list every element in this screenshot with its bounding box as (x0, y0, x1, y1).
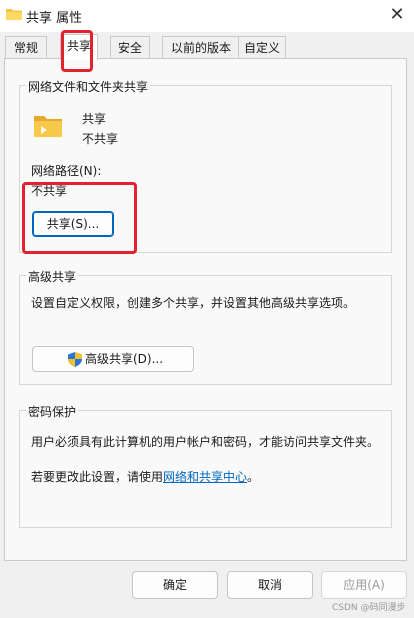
network-sharing-center-link[interactable]: 网络和共享中心 (163, 470, 247, 484)
uac-shield-icon (68, 352, 82, 367)
tab-customize[interactable]: 自定义 (238, 36, 286, 59)
cancel-button[interactable]: 取消 (227, 571, 313, 599)
network-sharing-title: 网络文件和文件夹共享 (26, 78, 151, 95)
shared-folder-icon (34, 116, 62, 137)
password-change-prefix: 若要更改此设置，请使用 (31, 470, 164, 484)
advanced-sharing-title: 高级共享 (26, 268, 79, 285)
tab-highlight-box (61, 30, 93, 72)
password-protection-title: 密码保护 (26, 403, 79, 420)
close-icon[interactable]: ✕ (386, 4, 408, 26)
tab-security[interactable]: 安全 (110, 36, 150, 59)
folder-icon (6, 9, 22, 20)
password-change-suffix: 。 (247, 470, 260, 484)
advanced-sharing-description: 设置自定义权限，创建多个共享，并设置其他高级共享选项。 (31, 296, 356, 310)
ok-button[interactable]: 确定 (132, 571, 218, 599)
advanced-sharing-button[interactable]: 高级共享(D)... (32, 346, 194, 372)
password-protection-description: 用户必须具有此计算机的用户帐户和密码，才能访问共享文件夹。 (31, 435, 380, 449)
apply-button[interactable]: 应用(A) (321, 571, 407, 599)
network-path-label: 网络路径(N): (31, 164, 102, 178)
password-change-text: 若要更改此设置，请使用网络和共享中心。 (31, 468, 259, 485)
advanced-sharing-button-label: 高级共享(D)... (85, 352, 164, 366)
share-highlight-box (22, 182, 137, 254)
tab-general[interactable]: 常规 (5, 36, 47, 59)
sharing-status: 不共享 (82, 132, 119, 146)
window-title: 共享 属性 (26, 11, 83, 26)
tab-previous-versions[interactable]: 以前的版本 (162, 36, 240, 59)
watermark: CSDN @码同漫步 (332, 603, 406, 613)
folder-name: 共享 (82, 112, 107, 126)
